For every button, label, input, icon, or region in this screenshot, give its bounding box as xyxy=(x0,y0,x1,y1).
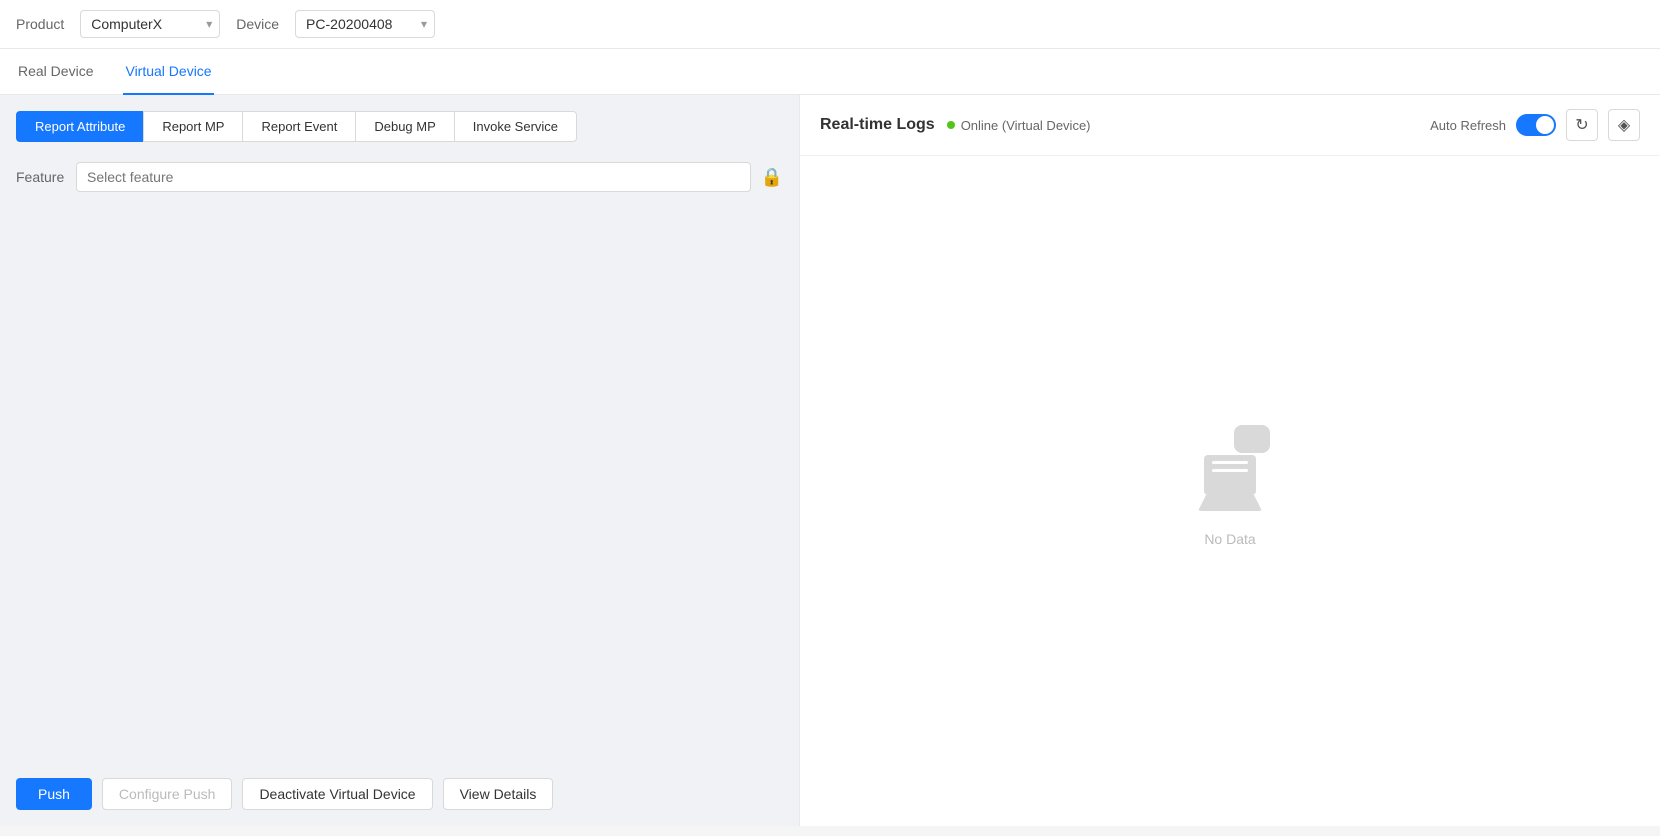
refresh-icon: ↻ xyxy=(1575,115,1588,135)
view-details-button[interactable]: View Details xyxy=(443,778,554,810)
clear-icon: ◈ xyxy=(1618,115,1630,135)
auto-refresh-label: Auto Refresh xyxy=(1430,118,1506,133)
device-tabs-bar: Real Device Virtual Device xyxy=(0,49,1660,95)
push-button[interactable]: Push xyxy=(16,778,92,810)
logs-actions: Auto Refresh ↻ ◈ xyxy=(1430,109,1640,141)
product-label: Product xyxy=(16,16,64,32)
feature-label: Feature xyxy=(16,169,66,185)
configure-push-button[interactable]: Configure Push xyxy=(102,778,233,810)
left-panel: Report Attribute Report MP Report Event … xyxy=(0,95,800,826)
sub-tab-report-mp[interactable]: Report MP xyxy=(143,111,242,142)
logs-body: No Data xyxy=(800,156,1660,826)
sub-tab-report-event[interactable]: Report Event xyxy=(242,111,355,142)
top-bar: Product ComputerX ▾ Device PC-20200408 ▾ xyxy=(0,0,1660,49)
clear-button[interactable]: ◈ xyxy=(1608,109,1640,141)
online-label: Online (Virtual Device) xyxy=(961,118,1091,133)
document-base-icon xyxy=(1198,495,1262,511)
device-select[interactable]: PC-20200408 xyxy=(295,10,435,38)
main-content: Report Attribute Report MP Report Event … xyxy=(0,95,1660,826)
bottom-actions: Push Configure Push Deactivate Virtual D… xyxy=(16,778,783,810)
product-select-wrapper[interactable]: ComputerX ▾ xyxy=(80,10,220,38)
chat-bubble-icon xyxy=(1234,425,1270,453)
auto-refresh-toggle[interactable] xyxy=(1516,114,1556,136)
product-select[interactable]: ComputerX xyxy=(80,10,220,38)
no-data-illustration xyxy=(1198,435,1262,511)
refresh-button[interactable]: ↻ xyxy=(1566,109,1598,141)
no-data-label: No Data xyxy=(1204,531,1255,547)
tab-virtual-device[interactable]: Virtual Device xyxy=(123,49,213,95)
logs-title: Real-time Logs xyxy=(820,116,935,134)
logs-header: Real-time Logs Online (Virtual Device) A… xyxy=(800,95,1660,156)
feature-row: Feature 🔒 xyxy=(16,162,783,192)
device-select-wrapper[interactable]: PC-20200408 ▾ xyxy=(295,10,435,38)
sub-tab-report-attribute[interactable]: Report Attribute xyxy=(16,111,143,142)
online-badge: Online (Virtual Device) xyxy=(947,118,1091,133)
sub-tab-invoke-service[interactable]: Invoke Service xyxy=(454,111,577,142)
online-dot xyxy=(947,121,955,129)
sub-tab-debug-mp[interactable]: Debug MP xyxy=(355,111,453,142)
tab-real-device[interactable]: Real Device xyxy=(16,49,95,95)
document-icon xyxy=(1204,455,1256,495)
deactivate-button[interactable]: Deactivate Virtual Device xyxy=(242,778,432,810)
device-label: Device xyxy=(236,16,279,32)
feature-input[interactable] xyxy=(76,162,751,192)
sub-tabs: Report Attribute Report MP Report Event … xyxy=(16,111,783,142)
lock-icon[interactable]: 🔒 xyxy=(761,167,783,188)
right-panel: Real-time Logs Online (Virtual Device) A… xyxy=(800,95,1660,826)
